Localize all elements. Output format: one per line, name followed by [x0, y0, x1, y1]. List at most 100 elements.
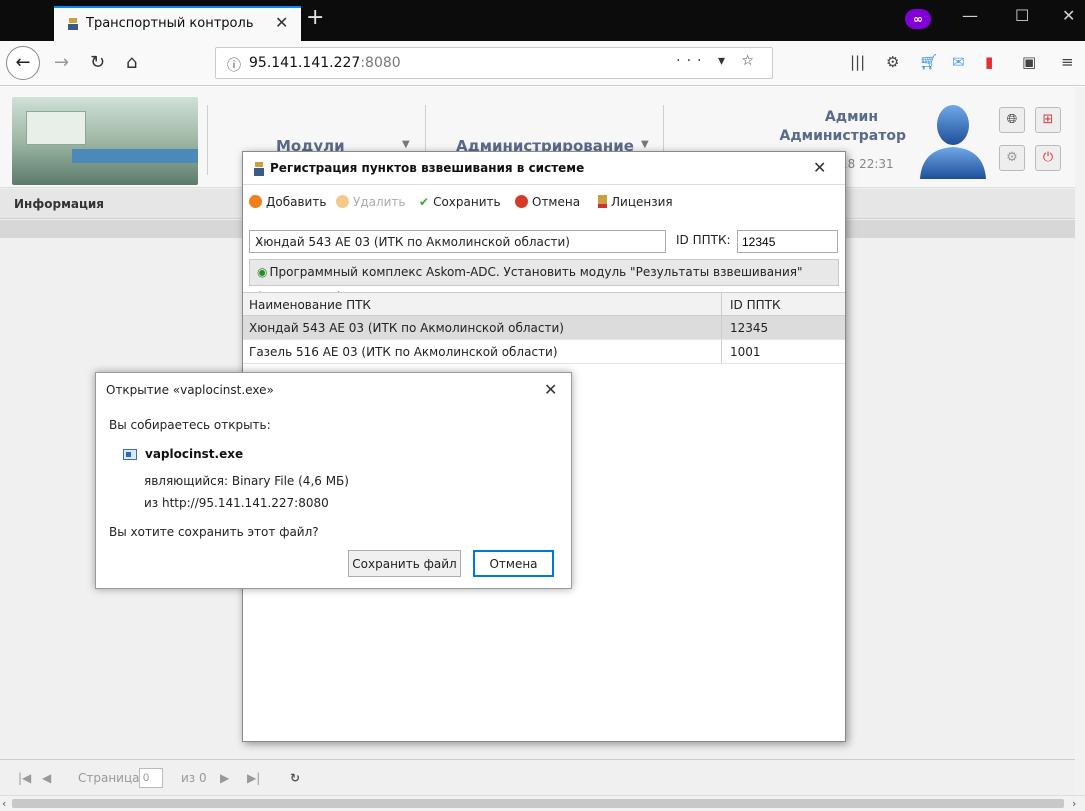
chevron-down-icon[interactable]: ▼: [641, 139, 649, 150]
open-dialog-intro: Вы собираетесь открыть:: [109, 418, 271, 432]
page-count: из 0: [181, 771, 207, 785]
logo-building: [26, 111, 86, 145]
forward-arrow-icon[interactable]: →: [54, 52, 69, 73]
open-dialog-title: Открытие «vaplocinst.exe»: [106, 383, 274, 397]
save-question: Вы хотите сохранить этот файл?: [109, 525, 319, 539]
info-title: Информация: [14, 197, 104, 211]
vertical-scrollbar[interactable]: [1075, 87, 1085, 795]
minimize-icon[interactable]: —: [962, 6, 978, 25]
first-page-icon[interactable]: |◀: [18, 771, 31, 785]
table-row[interactable]: Газель 516 АЕ 03 (ИТК по Акмолинской обл…: [243, 340, 845, 364]
cancel-button[interactable]: Отмена: [515, 195, 580, 209]
file-name: vaplocinst.exe: [145, 447, 244, 461]
mail-icon[interactable]: ✉: [952, 53, 965, 71]
app-logo: [12, 97, 198, 185]
row-id: 1001: [730, 345, 761, 359]
open-dialog-close-icon[interactable]: ✕: [544, 380, 557, 399]
settings-gear-icon[interactable]: ⚙: [999, 145, 1025, 171]
ptk-grid: Наименование ПТК ID ППТК Хюндай 543 АЕ 0…: [243, 292, 845, 364]
user-name: Админ: [824, 109, 878, 125]
id-label: ID ППТК:: [676, 233, 731, 247]
eye-icon: ◉: [257, 265, 268, 279]
dialog-toolbar: Добавить Удалить ✔ Сохранить Отмена Лицен…: [243, 192, 845, 216]
save-file-button[interactable]: Сохранить файл: [348, 550, 461, 577]
license-button[interactable]: Лицензия: [598, 195, 673, 209]
bookmark-flag-icon[interactable]: ▮: [985, 53, 993, 71]
add-icon: [249, 195, 262, 208]
maximize-icon[interactable]: ☐: [1015, 6, 1029, 25]
next-page-icon[interactable]: ▶: [220, 771, 229, 785]
page-number-input[interactable]: [139, 768, 163, 788]
private-browsing-icon: ∞: [905, 9, 931, 29]
file-source: из http://95.141.141.227:8080: [144, 496, 329, 510]
scrollbar-thumb[interactable]: [12, 799, 1064, 808]
tab-title: Транспортный контроль: [86, 16, 254, 31]
scroll-left-icon[interactable]: ‹: [2, 797, 6, 810]
table-row[interactable]: Хюндай 543 АЕ 03 (ИТК по Акмолинской обл…: [243, 316, 845, 340]
row-name: Газель 516 АЕ 03 (ИТК по Акмолинской обл…: [249, 345, 558, 359]
cart-icon[interactable]: 🛒︎: [919, 53, 938, 71]
hamburger-menu-icon[interactable]: ≡: [1061, 53, 1074, 71]
dialog-title: Регистрация пунктов взвешивания в систем…: [270, 161, 585, 175]
save-button[interactable]: ✔ Сохранить: [419, 195, 501, 209]
scroll-right-icon[interactable]: ›: [1072, 797, 1076, 810]
divider: [207, 105, 208, 175]
open-dialog-cancel-button[interactable]: Отмена: [473, 550, 554, 577]
row-id: 12345: [730, 321, 769, 335]
user-role: Администратор: [779, 128, 906, 144]
column-header-name[interactable]: Наименование ПТК: [249, 298, 371, 312]
column-divider: [721, 340, 722, 363]
column-divider: [721, 293, 722, 315]
home-icon[interactable]: ⌂: [126, 52, 137, 73]
file-icon: [123, 449, 137, 460]
install-module-button[interactable]: ◉ Программный комплекс Askom-ADC. Установ…: [249, 259, 839, 304]
scale-icon: [68, 18, 78, 30]
page-label: Страница: [78, 771, 140, 785]
url-text: 95.141.141.227:8080: [249, 55, 401, 71]
horizontal-scrollbar[interactable]: ‹ ›: [0, 795, 1085, 811]
last-page-icon[interactable]: ▶|: [247, 771, 260, 785]
logo-scale-platform: [72, 149, 198, 163]
library-icon[interactable]: |||: [850, 53, 865, 71]
site-info-icon[interactable]: ⓘ: [227, 55, 241, 75]
dialog-close-icon[interactable]: ✕: [813, 158, 826, 177]
license-icon: [598, 195, 607, 208]
chevron-down-icon[interactable]: ▼: [402, 139, 410, 150]
layout-icon[interactable]: ⊞: [1035, 107, 1061, 133]
extension-icon[interactable]: ⚙: [886, 53, 899, 71]
id-input[interactable]: [737, 230, 838, 253]
row-name: Хюндай 543 АЕ 03 (ИТК по Акмолинской обл…: [249, 321, 564, 335]
window-close-icon[interactable]: ✕: [1062, 6, 1075, 25]
dialog-title-bar: Регистрация пунктов взвешивания в систем…: [243, 152, 845, 185]
page-actions-icon[interactable]: ··· ▾ ☆: [676, 53, 760, 69]
delete-icon: [336, 195, 349, 208]
column-header-id[interactable]: ID ППТК: [730, 298, 781, 312]
reload-icon[interactable]: ↻: [90, 52, 105, 73]
new-tab-button[interactable]: +: [306, 5, 324, 30]
prev-page-icon[interactable]: ◀: [42, 771, 51, 785]
refresh-icon[interactable]: ↻: [290, 771, 300, 785]
browser-nav-bar: ← → ↻ ⌂ ⓘ 95.141.141.227:8080 ··· ▾ ☆ ||…: [0, 41, 1085, 86]
scale-icon: [254, 162, 264, 176]
open-file-dialog: Открытие «vaplocinst.exe» ✕ Вы собираете…: [95, 372, 572, 589]
delete-button[interactable]: Удалить: [336, 195, 406, 209]
add-button[interactable]: Добавить: [249, 195, 326, 209]
browser-tab-bar: Транспортный контроль ✕ + ∞ — ☐ ✕: [0, 0, 1085, 41]
file-type: являющийся: Binary File (4,6 МБ): [144, 474, 349, 488]
checkmark-icon: ✔: [419, 195, 430, 209]
login-date: 18 22:31: [840, 157, 894, 171]
power-icon[interactable]: ⏻: [1035, 145, 1061, 171]
chevron-down-icon: ⌄: [255, 234, 265, 247]
grid-header: Наименование ПТК ID ППТК: [243, 292, 845, 316]
url-bar[interactable]: ⓘ 95.141.141.227:8080 ··· ▾ ☆: [215, 47, 773, 79]
sidebar-icon[interactable]: ▣: [1022, 53, 1036, 71]
column-divider: [721, 316, 722, 339]
pager: |◀ ◀ Страница из 0 ▶ ▶| ↻: [0, 759, 1075, 795]
browser-tab[interactable]: Транспортный контроль ✕: [54, 6, 301, 41]
back-arrow-icon[interactable]: ←: [6, 46, 40, 80]
avatar: [920, 105, 986, 179]
cancel-icon: [515, 195, 528, 208]
tab-close-icon[interactable]: ✕: [275, 13, 288, 32]
ptk-select[interactable]: Хюндай 543 АЕ 03 (ИТК по Акмолинской обл…: [249, 230, 666, 253]
refresh-globe-icon[interactable]: 🌐︎: [999, 107, 1025, 133]
